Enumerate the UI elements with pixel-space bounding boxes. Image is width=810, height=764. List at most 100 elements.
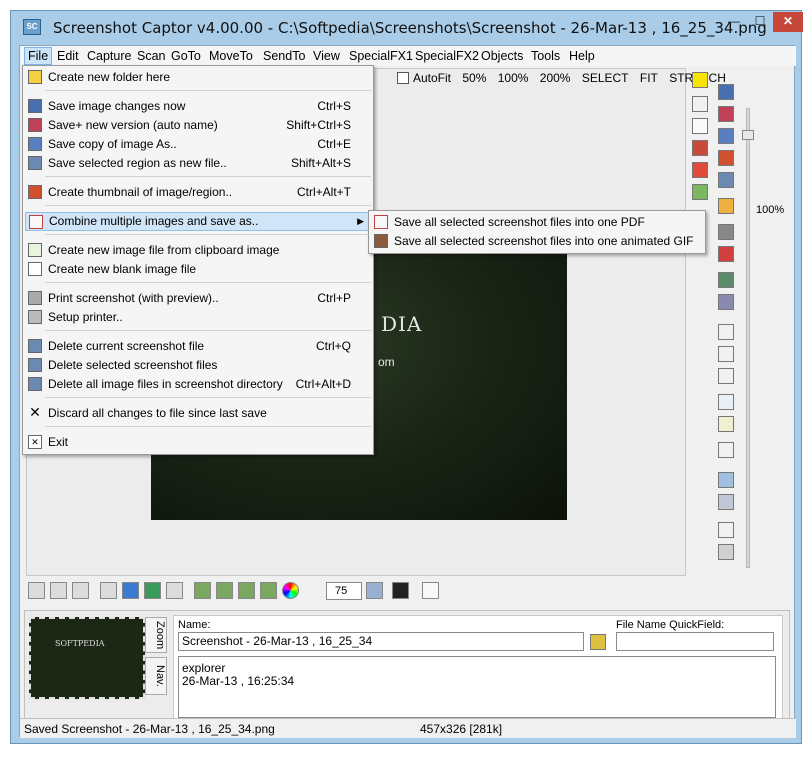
email-icon[interactable] [718,246,734,262]
app-icon[interactable]: SC [23,19,41,35]
save-icon[interactable] [718,84,734,100]
tab-nav[interactable]: Nav. [145,657,167,695]
menu-help[interactable]: Help [566,47,598,65]
settings-icon[interactable] [718,294,734,310]
list-icon[interactable] [144,582,161,599]
clipboard-icon[interactable] [718,198,734,214]
shadow-icon[interactable] [718,544,734,560]
submenu-item-label: Save all selected screenshot files into … [394,215,645,229]
zoom-200-option[interactable]: 200% [540,71,571,85]
layers-icon[interactable] [692,184,708,200]
menu-scan[interactable]: Scan [134,47,169,65]
zoom-100-option[interactable]: 100% [498,71,529,85]
pen-icon[interactable] [692,96,708,112]
close-button[interactable]: ✕ [773,12,803,32]
menu-create-thumbnail[interactable]: Create thumbnail of image/region.. Ctrl+… [25,183,371,202]
title-bar[interactable]: SC Screenshot Captor v4.00.00 - C:\Softp… [11,11,803,45]
menu-combine-images[interactable]: Combine multiple images and save as.. ▶ [25,212,371,231]
scanner-icon[interactable] [28,582,45,599]
menu-discard-changes[interactable]: ✕ Discard all changes to file since last… [25,404,371,423]
save-plus-icon[interactable] [718,106,734,122]
menu-moveto[interactable]: MoveTo [206,47,256,65]
menu-save-changes[interactable]: Save image changes now Ctrl+S [25,97,371,116]
delete-file-icon[interactable] [718,172,734,188]
menu-setup-printer[interactable]: Setup printer.. [25,308,371,327]
grid-icon[interactable] [718,522,734,538]
shrink-icon[interactable] [718,416,734,432]
menu-specialfx2[interactable]: SpecialFX2 [412,47,482,65]
color-swatch-icon[interactable] [692,72,708,88]
notes-textarea[interactable]: explorer 26-Mar-13 , 16:25:34 [178,656,776,718]
menu-print[interactable]: Print screenshot (with preview).. Ctrl+P [25,289,371,308]
zoom-slider[interactable] [742,68,756,576]
zoom-select-option[interactable]: SELECT [582,71,629,85]
select-region-icon[interactable] [718,368,734,384]
menu-goto[interactable]: GoTo [168,47,204,65]
menu-new-from-clipboard[interactable]: Create new image file from clipboard ima… [25,241,371,260]
layer-1-icon[interactable] [194,582,211,599]
menu-save-region[interactable]: Save selected region as new file.. Shift… [25,154,371,173]
flip-icon[interactable] [166,582,183,599]
brush-icon[interactable] [692,140,708,156]
menu-view[interactable]: View [310,47,343,65]
menu-objects[interactable]: Objects [478,47,526,65]
shapes-icon[interactable] [692,162,708,178]
menu-separator [45,176,371,177]
color-wheel-icon[interactable] [282,582,299,599]
maximize-button[interactable]: ☐ [747,12,773,32]
pointer-icon[interactable] [718,346,734,362]
border-icon[interactable] [718,472,734,488]
zoom-slider-thumb[interactable] [742,130,754,140]
submenu-save-pdf[interactable]: Save all selected screenshot files into … [371,213,703,232]
autofit-checkbox[interactable] [397,72,409,84]
thumbnail-icon[interactable] [718,150,734,166]
menu-save-copy-as[interactable]: Save copy of image As.. Ctrl+E [25,135,371,154]
menu-tools[interactable]: Tools [528,47,563,65]
menu-save-new-version[interactable]: Save+ new version (auto name) Shift+Ctrl… [25,116,371,135]
rotate-icon[interactable] [100,582,117,599]
menu-item-label: Combine multiple images and save as.. [49,214,259,228]
menu-file[interactable]: File [24,47,53,65]
menu-specialfx1[interactable]: SpecialFX1 [346,47,416,65]
scanner-down-icon[interactable] [50,582,67,599]
menu-item-shortcut: Shift+Alt+S [290,156,351,170]
menu-create-folder[interactable]: Create new folder here [25,68,371,87]
layer-3-icon[interactable] [238,582,255,599]
cursor-icon[interactable] [392,582,409,599]
pdf-icon[interactable] [422,582,439,599]
menu-capture[interactable]: Capture [84,47,134,65]
menu-delete-current[interactable]: Delete current screenshot file Ctrl+Q [25,337,371,356]
minimize-button[interactable]: — [721,12,747,32]
menu-edit[interactable]: Edit [54,47,82,65]
zoom-50-option[interactable]: 50% [462,71,486,85]
menu-item-label: Save copy of image As.. [48,137,177,151]
tab-zoom[interactable]: Zoom [145,617,167,653]
menu-delete-all[interactable]: Delete all image files in screenshot dir… [25,375,371,394]
zoom-slider-track[interactable] [746,108,750,568]
quality-spinner[interactable]: 75 [326,582,362,600]
save-as-icon[interactable] [718,128,734,144]
menu-sendto[interactable]: SendTo [260,47,308,65]
menu-delete-selected[interactable]: Delete selected screenshot files [25,356,371,375]
text-box-icon[interactable] [692,118,708,134]
magic-wand-icon[interactable] [718,324,734,340]
layer-2-icon[interactable] [216,582,233,599]
submenu-save-gif[interactable]: Save all selected screenshot files into … [371,232,703,251]
scanner-settings-icon[interactable] [72,582,89,599]
quickfield-input[interactable] [616,632,774,651]
rename-icon[interactable] [590,634,606,650]
crop-icon[interactable] [718,442,734,458]
printer-icon[interactable] [718,224,734,240]
navigator-thumbnail[interactable]: SOFTPEDIA [29,617,145,699]
layer-4-icon[interactable] [260,582,277,599]
frame-icon[interactable] [718,494,734,510]
menu-item-shortcut: Ctrl+E [317,137,351,151]
expand-icon[interactable] [718,394,734,410]
monitor-icon[interactable] [366,582,383,599]
menu-exit[interactable]: ✕ Exit [25,433,371,452]
filename-field[interactable]: Screenshot - 26-Mar-13 , 16_25_34 [178,632,584,651]
upload-icon[interactable] [718,272,734,288]
zoom-fit-option[interactable]: FIT [640,71,658,85]
menu-new-blank[interactable]: Create new blank image file [25,260,371,279]
refresh-icon[interactable] [122,582,139,599]
